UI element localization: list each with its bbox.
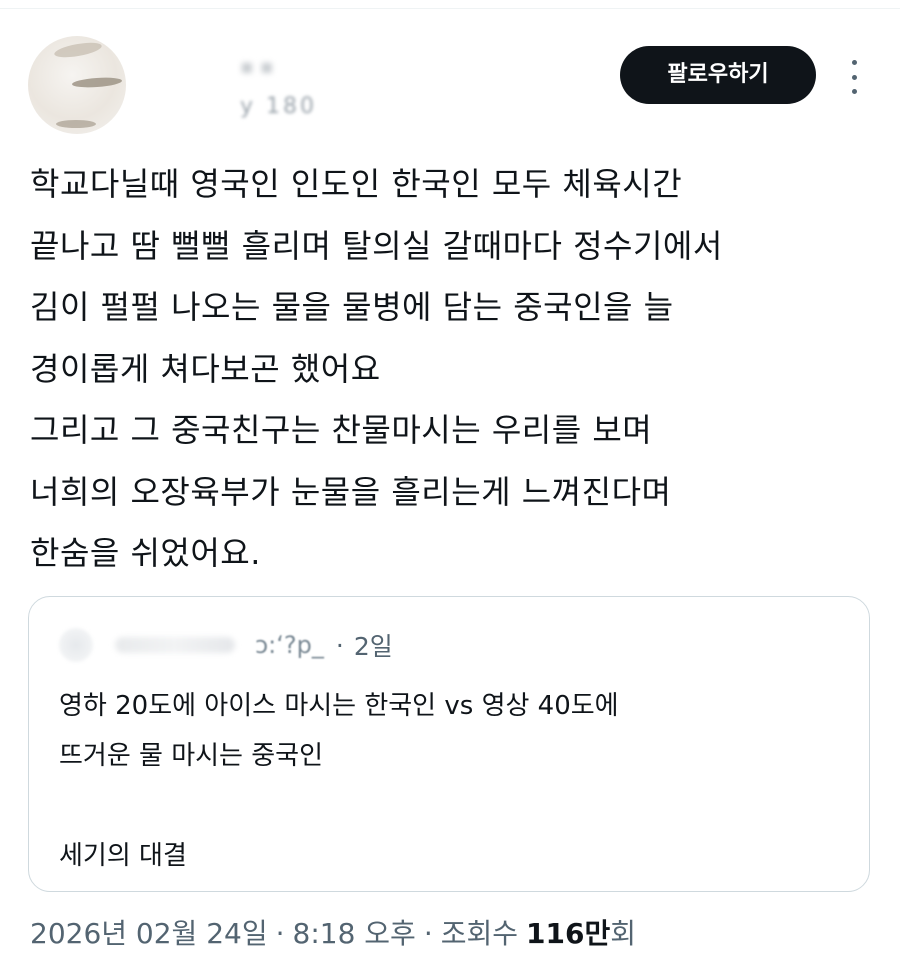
more-dot (851, 60, 857, 65)
quoted-tweet-header: ɔ:ʻ?p_ · 2일 (59, 625, 393, 665)
quoted-separator: · (335, 630, 344, 660)
views-suffix: 회 (610, 917, 636, 950)
top-divider (0, 8, 900, 9)
tweet-text-line: 끝나고 땀 뻘뻘 흘리며 탈의실 갈때마다 정수기에서 (30, 226, 723, 265)
more-options-icon[interactable] (842, 60, 866, 94)
quoted-text-line: 영하 20도에 아이스 마시는 한국인 vs 영상 40도에 (59, 691, 619, 721)
tweet-text-line: 경이롭게 쳐다보곤 했어요 (30, 349, 381, 388)
avatar-blur-mark (53, 39, 103, 61)
views-count: 116만 (526, 917, 611, 950)
quoted-author-handle: ɔ:ʻ?p_ (255, 631, 324, 659)
author-name-redacted[interactable]: ▪ ▪ (240, 54, 300, 78)
quoted-author-avatar (59, 628, 93, 662)
quoted-tweet-time: 2일 (353, 632, 393, 661)
tweet-date[interactable]: 2026년 02월 24일 (30, 912, 268, 952)
quoted-text-line: 세기의 대결 (59, 841, 187, 871)
views-label: 조회수 (440, 917, 519, 950)
tweet-text-line: 한숨을 쉬었어요. (30, 534, 261, 572)
follow-button[interactable]: 팔로우하기 (620, 46, 816, 104)
tweet-text: 학교다닐때 영국인 인도인 한국인 모두 체육시간 끝나고 땀 뻘뻘 흘리며 탈… (30, 154, 880, 585)
tweet-text-line: 너희의 오장육부가 눈물을 흘리는게 느껴진다며 (30, 472, 672, 511)
tweet-time[interactable]: 8:18 오후 (293, 912, 416, 952)
avatar-blur-mark (56, 120, 96, 128)
more-dot (851, 89, 857, 94)
more-dot (851, 74, 857, 80)
quoted-text-line (59, 781, 849, 831)
author-handle-redacted[interactable]: y 180 (240, 94, 380, 119)
meta-separator: · (423, 917, 433, 950)
meta-separator: · (275, 917, 285, 950)
quoted-tweet-card[interactable]: ɔ:ʻ?p_ · 2일 영하 20도에 아이스 마시는 한국인 vs 영상 40… (28, 596, 870, 892)
author-avatar[interactable] (28, 36, 126, 134)
tweet-meta: 2026년 02월 24일 · 8:18 오후 · 조회수 116만 회 (30, 912, 636, 952)
tweet-text-line: 그리고 그 중국친구는 찬물마시는 우리를 보며 (30, 411, 653, 449)
quoted-author-name-redacted (115, 637, 235, 653)
tweet-text-line: 학교다닐때 영국인 인도인 한국인 모두 체육시간 (30, 165, 683, 203)
quoted-tweet-text: 영하 20도에 아이스 마시는 한국인 vs 영상 40도에 뜨거운 물 마시는… (59, 681, 849, 881)
quoted-text-line: 뜨거운 물 마시는 중국인 (59, 741, 323, 771)
tweet-text-line: 김이 펄펄 나오는 물을 물병에 담는 중국인을 늘 (30, 288, 674, 326)
avatar-blur-mark (71, 76, 123, 89)
